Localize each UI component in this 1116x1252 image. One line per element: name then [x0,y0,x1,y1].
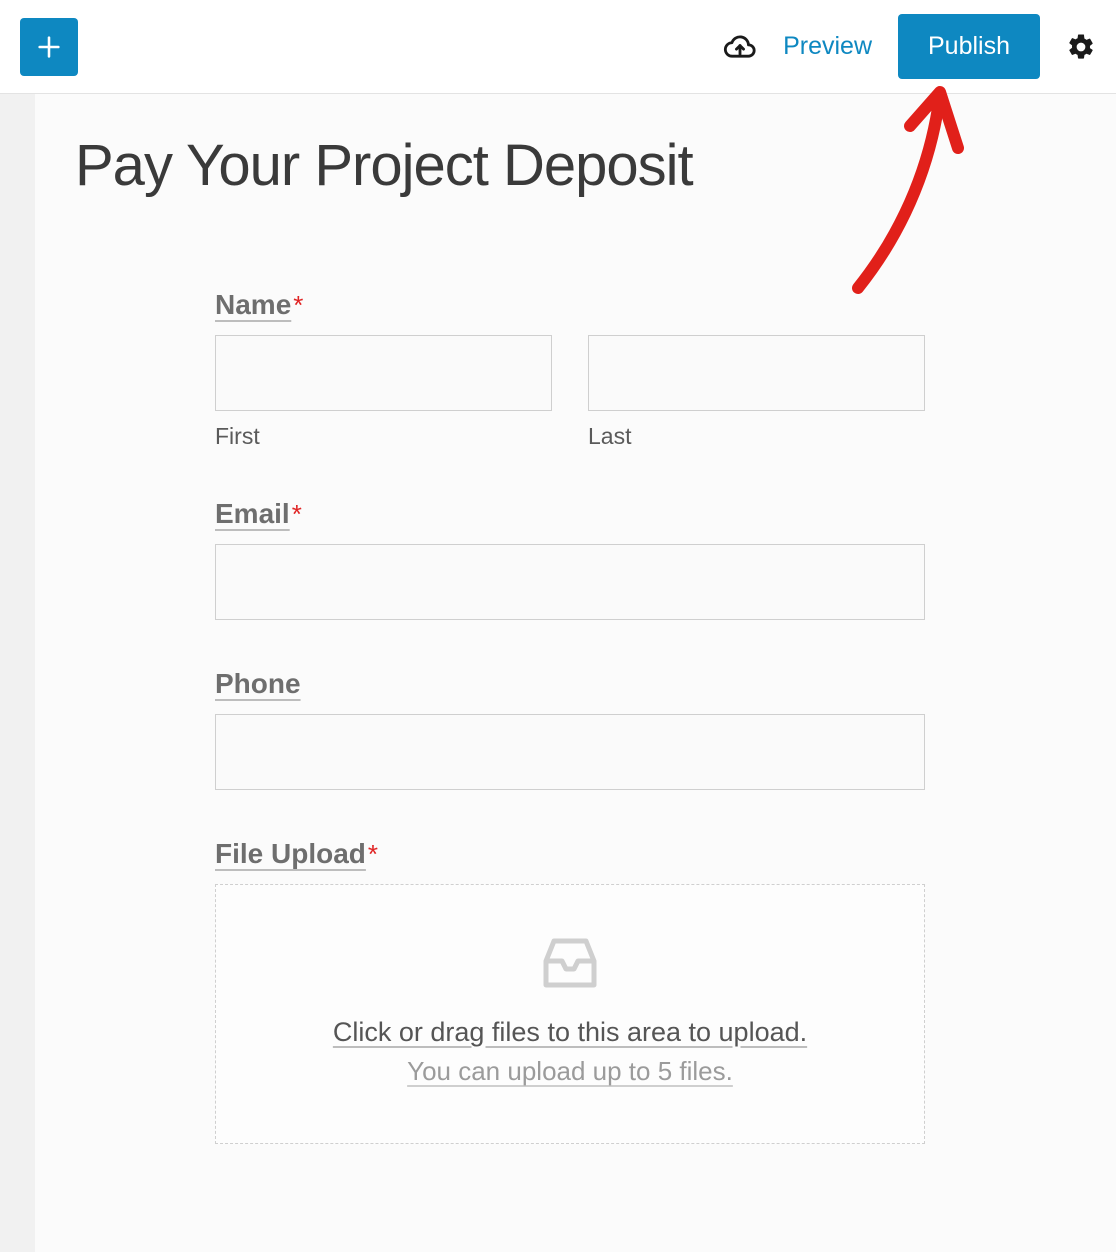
file-upload-dropzone[interactable]: Click or drag files to this area to uplo… [215,884,925,1144]
add-block-button[interactable] [20,18,78,76]
name-field-group: Name* First Last [215,289,925,450]
plus-icon [35,33,63,61]
email-label: Email [215,498,290,530]
last-name-sublabel: Last [588,423,925,450]
phone-input[interactable] [215,714,925,790]
page-content: Pay Your Project Deposit Name* First Las… [35,94,1116,1252]
first-name-input[interactable] [215,335,552,411]
preview-button[interactable]: Preview [783,32,872,61]
inbox-icon [540,935,600,991]
required-marker: * [292,499,302,529]
topbar: Preview Publish [0,0,1116,94]
gear-icon [1066,32,1096,62]
dropzone-sub-text: You can upload up to 5 files. [236,1056,904,1087]
last-name-input[interactable] [588,335,925,411]
settings-button[interactable] [1066,32,1096,62]
name-label: Name [215,289,291,321]
required-marker: * [368,839,378,869]
page-title: Pay Your Project Deposit [75,132,1076,199]
editor-left-margin [0,94,35,1252]
phone-field-group: Phone [215,668,925,790]
first-name-sublabel: First [215,423,552,450]
save-status-button[interactable] [723,30,757,64]
required-marker: * [293,290,303,320]
cloud-upload-icon [723,30,757,64]
email-input[interactable] [215,544,925,620]
file-upload-label: File Upload [215,838,366,870]
file-upload-field-group: File Upload* Click or drag files to this… [215,838,925,1144]
email-field-group: Email* [215,498,925,620]
phone-label: Phone [215,668,301,700]
publish-button[interactable]: Publish [898,14,1040,79]
form-container: Name* First Last Email* [215,289,925,1144]
dropzone-main-text: Click or drag files to this area to uplo… [236,1017,904,1048]
